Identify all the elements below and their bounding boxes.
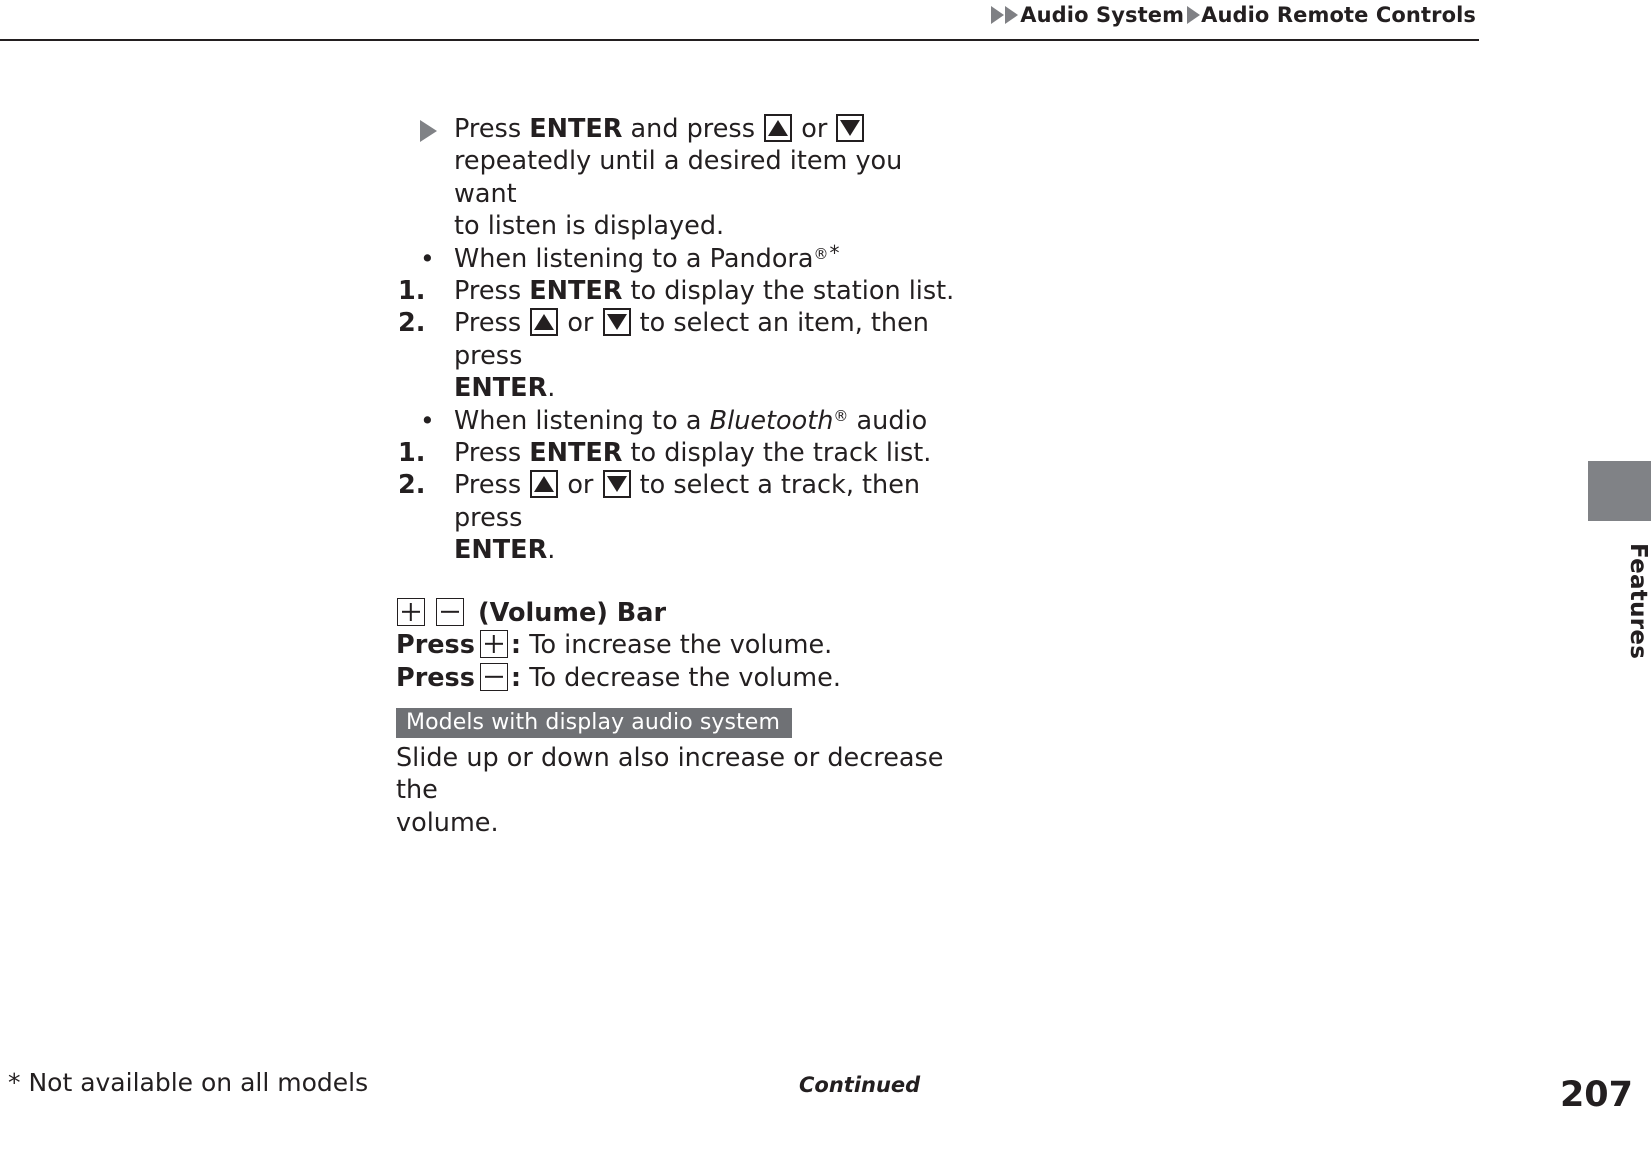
pandora-step-2: 2. Press or to select an item, then pres… — [396, 307, 956, 404]
plus-key-icon — [479, 630, 508, 659]
down-arrow-key-icon — [602, 470, 631, 499]
volume-bar-section: (Volume) Bar Press:: To increase the vol… — [396, 597, 956, 839]
bluetooth-brand: Bluetooth — [709, 405, 834, 436]
volume-bar-heading: (Volume) Bar — [396, 597, 956, 629]
bluetooth-step-2-text-a: Press — [454, 470, 530, 501]
pandora-bullet-heading: • When listening to a Pandora®* — [396, 243, 956, 275]
bluetooth-heading-text: When listening to a — [454, 405, 710, 436]
bluetooth-registered-mark: ® — [833, 406, 849, 425]
side-tab-marker — [1588, 461, 1651, 521]
breadcrumb-item-audio-system: Audio System — [1020, 3, 1185, 27]
pandora-step-2-number: 2. — [398, 308, 426, 339]
models-with-display-audio-badge: Models with display audio system — [396, 707, 792, 738]
bluetooth-step-2-period: . — [547, 535, 556, 566]
volume-increase-text: To increase the volume. — [521, 630, 833, 661]
bluetooth-heading-suffix: audio — [848, 405, 928, 436]
enter-label: ENTER — [529, 114, 623, 144]
bluetooth-bullet-heading: • When listening to a Bluetooth® audio — [396, 405, 956, 437]
models-note-line-1: Slide up or down also increase or decrea… — [396, 742, 944, 806]
page-content: Press ENTER and press or repeatedly unti… — [396, 113, 956, 839]
breadcrumb-item-audio-remote-controls: Audio Remote Controls — [1201, 3, 1476, 27]
bluetooth-step-1-text-a: Press — [454, 438, 530, 469]
minus-key-icon — [436, 597, 464, 626]
instruction-text-b: and press — [622, 114, 764, 144]
bluetooth-step-2: 2. Press or to select a track, then pres… — [396, 469, 956, 566]
models-note-line-2: volume. — [396, 807, 499, 838]
press-label: Press — [396, 630, 475, 661]
down-arrow-key-icon — [602, 308, 631, 337]
minus-key-icon — [479, 662, 508, 691]
bluetooth-step-1-text-b: to display the track list. — [622, 438, 932, 469]
pandora-asterisk: * — [829, 240, 840, 265]
instruction-text-or: or — [793, 114, 836, 144]
up-arrow-key-icon — [764, 114, 793, 142]
pandora-step-1-number: 1. — [398, 276, 426, 307]
header-divider — [0, 39, 1479, 41]
pandora-registered-mark: ® — [813, 244, 829, 263]
pandora-step-1-text-b: to display the station list. — [622, 276, 955, 307]
instruction-line-1: Press ENTER and press or — [396, 113, 956, 145]
enter-label: ENTER — [454, 535, 548, 566]
instruction-line-2: repeatedly until a desired item you want — [396, 145, 956, 210]
breadcrumb: Audio System Audio Remote Controls — [991, 0, 1479, 30]
side-tab-label-features: Features — [1625, 542, 1651, 660]
volume-decrease-colon: : — [510, 662, 522, 693]
page-number: 207 — [1559, 1075, 1633, 1115]
up-arrow-key-icon — [530, 308, 559, 337]
bluetooth-step-2-number: 2. — [398, 470, 426, 501]
instruction-text-line3: to listen is displayed. — [454, 211, 725, 242]
breadcrumb-arrow-2-icon — [1005, 6, 1019, 24]
bullet-icon: • — [420, 243, 435, 273]
page-header: Audio System Audio Remote Controls — [0, 0, 1479, 41]
down-arrow-key-icon — [836, 114, 865, 142]
volume-decrease-text: To decrease the volume. — [521, 662, 841, 693]
bluetooth-step-1-number: 1. — [398, 438, 426, 469]
pandora-step-2-period: . — [547, 373, 556, 404]
footnote-not-available: * Not available on all models — [8, 1068, 369, 1097]
press-label: Press — [396, 662, 475, 693]
pandora-brand: Pandora — [709, 243, 814, 274]
volume-increase-line: Press:: To increase the volume. To incre… — [396, 629, 956, 661]
instruction-text-line2: repeatedly until a desired item you want — [454, 146, 903, 209]
enter-label: ENTER — [529, 438, 623, 469]
up-arrow-key-icon — [530, 470, 559, 499]
bluetooth-step-1: 1. Press ENTER to display the track list… — [396, 437, 956, 469]
volume-increase-colon: : — [510, 630, 522, 661]
enter-label: ENTER — [529, 276, 623, 307]
breadcrumb-arrow-3-icon — [1187, 6, 1201, 24]
bluetooth-step-2-text-or: or — [559, 470, 602, 501]
pandora-step-1-text-a: Press — [454, 276, 530, 307]
pandora-step-2-text-or: or — [559, 308, 602, 339]
models-note: Slide up or down also increase or decrea… — [396, 742, 956, 839]
breadcrumb-arrow-1-icon — [991, 6, 1005, 24]
volume-bar-heading-text: (Volume) Bar — [478, 597, 667, 628]
volume-decrease-line: Press: To decrease the volume. — [396, 662, 956, 694]
continued-label: Continued — [799, 1073, 921, 1097]
instruction-triangle-icon — [420, 113, 468, 145]
pandora-step-2-text-a: Press — [454, 308, 530, 339]
pandora-heading-text: When listening to a — [454, 243, 710, 274]
plus-key-icon — [397, 597, 425, 626]
pandora-step-1: 1. Press ENTER to display the station li… — [396, 275, 956, 307]
instruction-block: Press ENTER and press or repeatedly unti… — [396, 113, 956, 243]
enter-label: ENTER — [454, 373, 548, 404]
instruction-line-3: to listen is displayed. — [396, 210, 956, 242]
bullet-icon: • — [420, 405, 435, 435]
